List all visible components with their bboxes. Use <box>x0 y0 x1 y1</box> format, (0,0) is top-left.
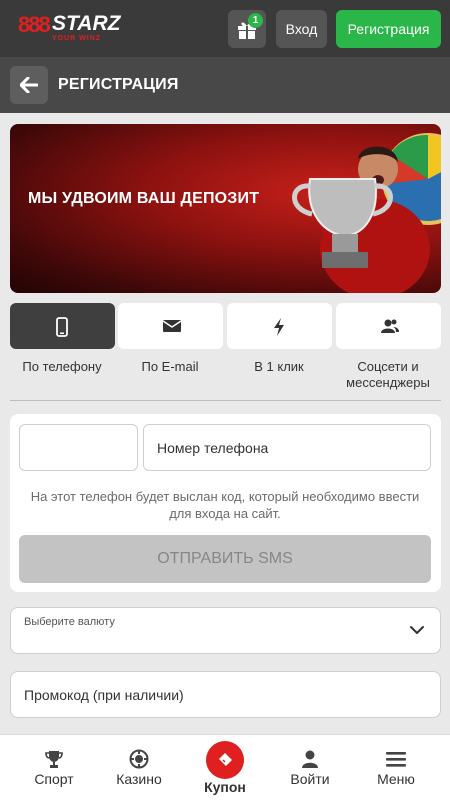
banner-headline: МЫ УДВОИМ ВАШ ДЕПОЗИТ <box>28 190 260 207</box>
back-button[interactable] <box>10 66 48 104</box>
bottom-navigation: Спорт Казино Купон Войти Меню <box>0 734 450 800</box>
currency-select-label: Выберите валюту <box>24 616 115 628</box>
sms-hint-text: На этот телефон будет выслан код, которы… <box>30 489 420 521</box>
trophy-icon <box>45 751 63 768</box>
nav-casino-label: Казино <box>116 771 162 787</box>
nav-sport-label: Спорт <box>34 771 74 787</box>
nav-coupon[interactable]: Купон <box>185 735 265 800</box>
tab-label-phone: По телефону <box>22 359 102 374</box>
tab-by-phone[interactable] <box>10 303 115 349</box>
gift-count-badge: 1 <box>248 13 263 28</box>
phone-number-placeholder: Номер телефона <box>157 440 269 456</box>
coupon-badge <box>206 741 244 779</box>
chevron-down-icon <box>410 626 424 634</box>
register-button[interactable]: Регистрация <box>336 10 441 48</box>
tab-label-social: Соцсети и мессенджеры <box>346 359 430 390</box>
tab-social[interactable] <box>336 303 441 349</box>
nav-menu-label: Меню <box>377 771 415 787</box>
page-title-bar: РЕГИСТРАЦИЯ <box>0 57 450 113</box>
logo-tagline: YOUR WINZ <box>52 35 102 42</box>
promo-code-placeholder: Промокод (при наличии) <box>24 687 184 703</box>
tab-by-email[interactable] <box>118 303 223 349</box>
arrow-left-icon <box>20 77 38 93</box>
currency-select[interactable]: Выберите валюту <box>10 607 441 654</box>
users-icon <box>381 319 399 333</box>
country-code-select[interactable] <box>19 424 138 471</box>
send-sms-button[interactable]: ОТПРАВИТЬ SMS <box>19 535 431 583</box>
ticket-icon <box>219 753 232 766</box>
envelope-icon <box>162 320 182 332</box>
login-button[interactable]: Вход <box>276 10 327 48</box>
hamburger-menu-icon <box>386 752 406 767</box>
banner-illustration <box>292 133 441 293</box>
top-bar: 888 STARZ YOUR WINZ 1 Вход Регистрация <box>0 0 450 57</box>
nav-login[interactable]: Войти <box>270 735 350 800</box>
user-icon <box>302 750 318 768</box>
logo-digits: 888 <box>18 12 51 37</box>
promo-banner[interactable]: МЫ УДВОИМ ВАШ ДЕПОЗИТ <box>10 124 441 293</box>
nav-coupon-label: Купон <box>204 779 246 795</box>
divider <box>10 400 441 401</box>
casino-chip-icon <box>129 749 149 769</box>
brand-logo[interactable]: 888 STARZ YOUR WINZ <box>18 12 121 44</box>
phone-number-input[interactable]: Номер телефона <box>143 424 431 471</box>
tab-label-one-click: В 1 клик <box>254 359 304 374</box>
logo-name: STARZ <box>52 12 121 35</box>
nav-sport[interactable]: Спорт <box>14 735 94 800</box>
nav-menu[interactable]: Меню <box>356 735 436 800</box>
lightning-icon <box>274 318 284 336</box>
page-title: РЕГИСТРАЦИЯ <box>58 76 179 93</box>
tab-label-email: По E-mail <box>141 359 199 374</box>
nav-login-label: Войти <box>290 771 330 787</box>
tab-one-click[interactable] <box>227 303 332 349</box>
nav-casino[interactable]: Казино <box>99 735 179 800</box>
promo-code-input[interactable]: Промокод (при наличии) <box>10 671 441 718</box>
phone-icon <box>56 317 68 337</box>
